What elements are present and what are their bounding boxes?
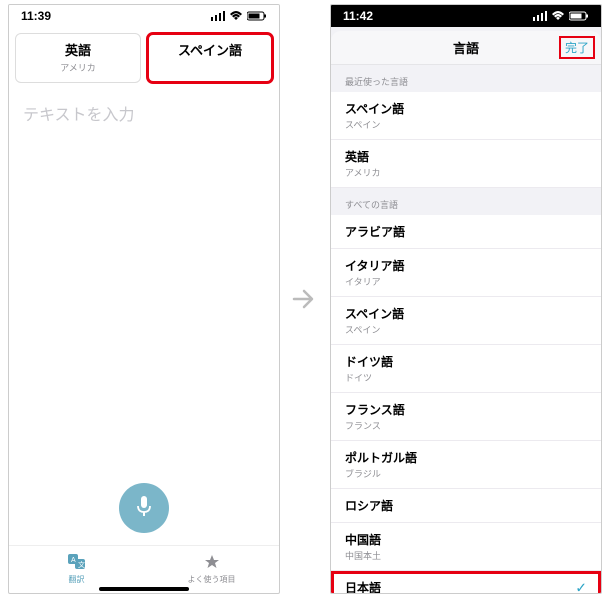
source-language-button[interactable]: 英語 アメリカ — [15, 33, 141, 83]
status-icons — [533, 11, 589, 21]
mic-icon — [134, 494, 154, 523]
mic-button[interactable] — [119, 483, 169, 533]
svg-text:A: A — [71, 557, 76, 564]
text-input-area[interactable]: テキストを入力 — [9, 83, 279, 143]
sheet-header: 言語 完了 — [331, 31, 601, 65]
battery-icon — [247, 11, 267, 21]
language-name: ドイツ語 — [345, 353, 587, 370]
battery-icon — [569, 11, 589, 21]
target-language-button[interactable]: スペイン語 — [147, 33, 273, 83]
signal-icon — [533, 11, 547, 21]
language-row[interactable]: アラビア語 — [331, 215, 601, 249]
status-time: 11:39 — [21, 9, 51, 23]
all-languages-group: アラビア語イタリア語イタリアスペイン語スペインドイツ語ドイツフランス語フランスポ… — [331, 215, 601, 594]
language-row[interactable]: ロシア語 — [331, 489, 601, 523]
status-icons — [211, 11, 267, 21]
transition-arrow — [288, 284, 322, 314]
recent-languages-group: スペイン語スペイン英語アメリカ — [331, 92, 601, 188]
signal-icon — [211, 11, 225, 21]
arrow-right-icon — [290, 284, 320, 314]
language-name: スペイン語 — [345, 100, 587, 117]
status-bar: 11:42 — [331, 5, 601, 27]
language-region: ドイツ — [345, 371, 587, 384]
section-recent-label: 最近使った言語 — [331, 65, 601, 92]
language-region: スペイン — [345, 118, 587, 131]
tab-bar: A文 翻訳 よく使う項目 — [9, 545, 279, 593]
translate-icon: A文 — [68, 554, 86, 572]
tab-favorites-label: よく使う項目 — [188, 574, 236, 585]
language-name: スペイン語 — [345, 305, 587, 322]
language-list-screen: 11:42 言語 完了 最近使った言語 スペイン語スペイン英語アメリカ すべての… — [330, 4, 602, 594]
language-region: 中国本土 — [345, 549, 587, 562]
language-name: 日本語 — [345, 579, 587, 594]
language-row[interactable]: フランス語フランス — [331, 393, 601, 441]
language-row[interactable]: 中国語中国本土 — [331, 523, 601, 571]
wifi-icon — [551, 11, 565, 21]
section-all-label: すべての言語 — [331, 188, 601, 215]
language-row[interactable]: ドイツ語ドイツ — [331, 345, 601, 393]
input-placeholder: テキストを入力 — [23, 107, 135, 124]
language-name: イタリア語 — [345, 257, 587, 274]
language-name: ロシア語 — [345, 497, 587, 514]
language-name: フランス語 — [345, 401, 587, 418]
target-language-label: スペイン語 — [152, 40, 268, 59]
language-region: フランス — [345, 419, 587, 432]
language-selector-header: 英語 アメリカ スペイン語 — [9, 27, 279, 83]
language-row[interactable]: スペイン語スペイン — [331, 92, 601, 140]
status-bar: 11:39 — [9, 5, 279, 27]
language-region: スペイン — [345, 323, 587, 336]
done-button[interactable]: 完了 — [561, 38, 593, 57]
translate-app-screen: 11:39 英語 アメリカ スペイン語 テキストを入力 — [8, 4, 280, 594]
language-row[interactable]: 英語アメリカ — [331, 140, 601, 188]
language-row[interactable]: ポルトガル語ブラジル — [331, 441, 601, 489]
language-name: 英語 — [345, 148, 587, 165]
source-language-label: 英語 — [20, 40, 136, 59]
language-row[interactable]: スペイン語スペイン — [331, 297, 601, 345]
wifi-icon — [229, 11, 243, 21]
language-region: イタリア — [345, 275, 587, 288]
language-region: ブラジル — [345, 467, 587, 480]
tab-favorites[interactable]: よく使う項目 — [144, 546, 279, 593]
tab-translate-label: 翻訳 — [69, 574, 85, 585]
mic-button-container — [9, 483, 279, 533]
home-indicator — [99, 587, 189, 591]
language-name: ポルトガル語 — [345, 449, 587, 466]
source-language-sublabel: アメリカ — [20, 61, 136, 74]
checkmark-icon: ✓ — [575, 579, 587, 594]
language-name: アラビア語 — [345, 223, 587, 240]
language-name: 中国語 — [345, 531, 587, 548]
language-row[interactable]: イタリア語イタリア — [331, 249, 601, 297]
svg-text:文: 文 — [78, 560, 85, 569]
language-region: アメリカ — [345, 166, 587, 179]
language-row[interactable]: 日本語✓ — [331, 571, 601, 594]
status-time: 11:42 — [343, 9, 373, 23]
star-icon — [204, 554, 220, 572]
sheet-title: 言語 — [453, 38, 479, 57]
tab-translate[interactable]: A文 翻訳 — [9, 546, 144, 593]
